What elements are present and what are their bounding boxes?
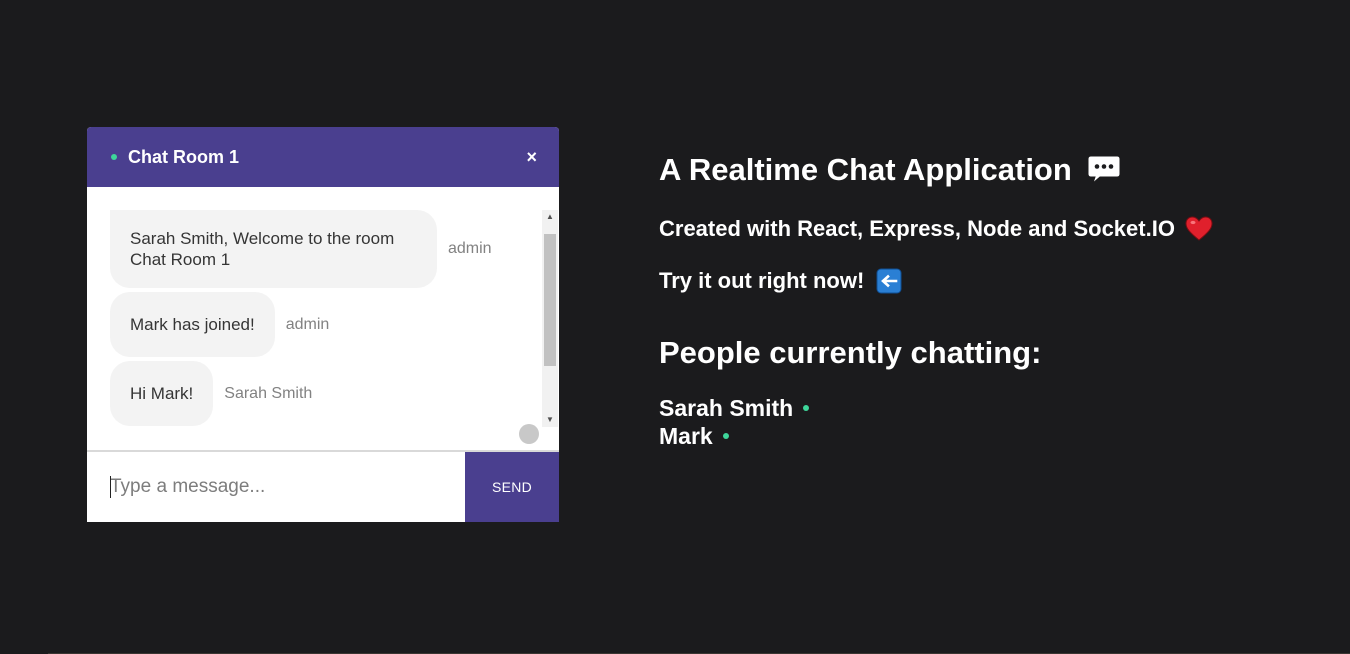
message-bubble: Hi Mark! bbox=[110, 361, 214, 426]
chat-header: Chat Room 1 × bbox=[87, 127, 559, 187]
app-page: Chat Room 1 × Sarah Smith, Welcome to th… bbox=[0, 0, 1350, 654]
online-status-icon bbox=[722, 433, 729, 439]
online-status-icon bbox=[111, 154, 117, 160]
message-item: Hi Mark! Sarah Smith bbox=[110, 361, 312, 426]
scroll-down-arrow-icon[interactable]: ▼ bbox=[542, 413, 558, 427]
message-input[interactable] bbox=[110, 452, 465, 522]
message-bubble: Mark has joined! bbox=[110, 292, 275, 357]
message-sender: admin bbox=[448, 240, 492, 257]
close-button[interactable]: × bbox=[526, 147, 537, 167]
person-item: Sarah Smith bbox=[659, 394, 810, 422]
message-bubble: Sarah Smith, Welcome to the room Chat Ro… bbox=[110, 210, 437, 288]
call-to-action: Try it out right now! bbox=[659, 268, 902, 294]
chat-window: Chat Room 1 × Sarah Smith, Welcome to th… bbox=[87, 127, 559, 522]
left-arrow-icon bbox=[876, 268, 902, 294]
speech-balloon-icon bbox=[1086, 154, 1122, 186]
message-item: Mark has joined! admin bbox=[110, 292, 329, 357]
heart-icon bbox=[1185, 216, 1213, 242]
person-name: Mark bbox=[659, 423, 713, 449]
text-cursor bbox=[110, 476, 111, 498]
message-sender: Sarah Smith bbox=[224, 384, 313, 402]
send-button[interactable]: SEND bbox=[465, 452, 559, 522]
message-item: Sarah Smith, Welcome to the room Chat Ro… bbox=[110, 210, 492, 288]
person-item: Mark bbox=[659, 422, 809, 450]
scroll-up-arrow-icon[interactable]: ▲ bbox=[542, 210, 558, 224]
app-subtitle-text: Created with React, Express, Node and So… bbox=[659, 216, 1175, 241]
room-title: Chat Room 1 bbox=[128, 146, 240, 167]
scroll-thumb[interactable] bbox=[544, 234, 556, 366]
message-scrollbar[interactable]: ▲ ▼ bbox=[542, 210, 558, 427]
message-text: Mark has joined! bbox=[130, 315, 255, 334]
people-heading: People currently chatting: bbox=[659, 335, 1042, 370]
online-status-icon bbox=[803, 405, 810, 411]
call-to-action-text: Try it out right now! bbox=[659, 268, 865, 293]
person-name: Sarah Smith bbox=[659, 395, 794, 421]
message-sender: admin bbox=[285, 315, 330, 333]
people-list: Sarah Smith Mark bbox=[659, 394, 810, 450]
message-text: Sarah Smith, Welcome to the room Chat Ro… bbox=[130, 229, 395, 269]
scroll-to-bottom-button[interactable] bbox=[519, 424, 539, 444]
app-title-text: A Realtime Chat Application bbox=[659, 152, 1072, 187]
message-text: Hi Mark! bbox=[130, 384, 194, 403]
app-subtitle: Created with React, Express, Node and So… bbox=[659, 216, 1213, 242]
message-list[interactable]: Sarah Smith, Welcome to the room Chat Ro… bbox=[87, 187, 559, 450]
app-title: A Realtime Chat Application bbox=[659, 152, 1122, 188]
message-composer: SEND bbox=[87, 450, 559, 522]
